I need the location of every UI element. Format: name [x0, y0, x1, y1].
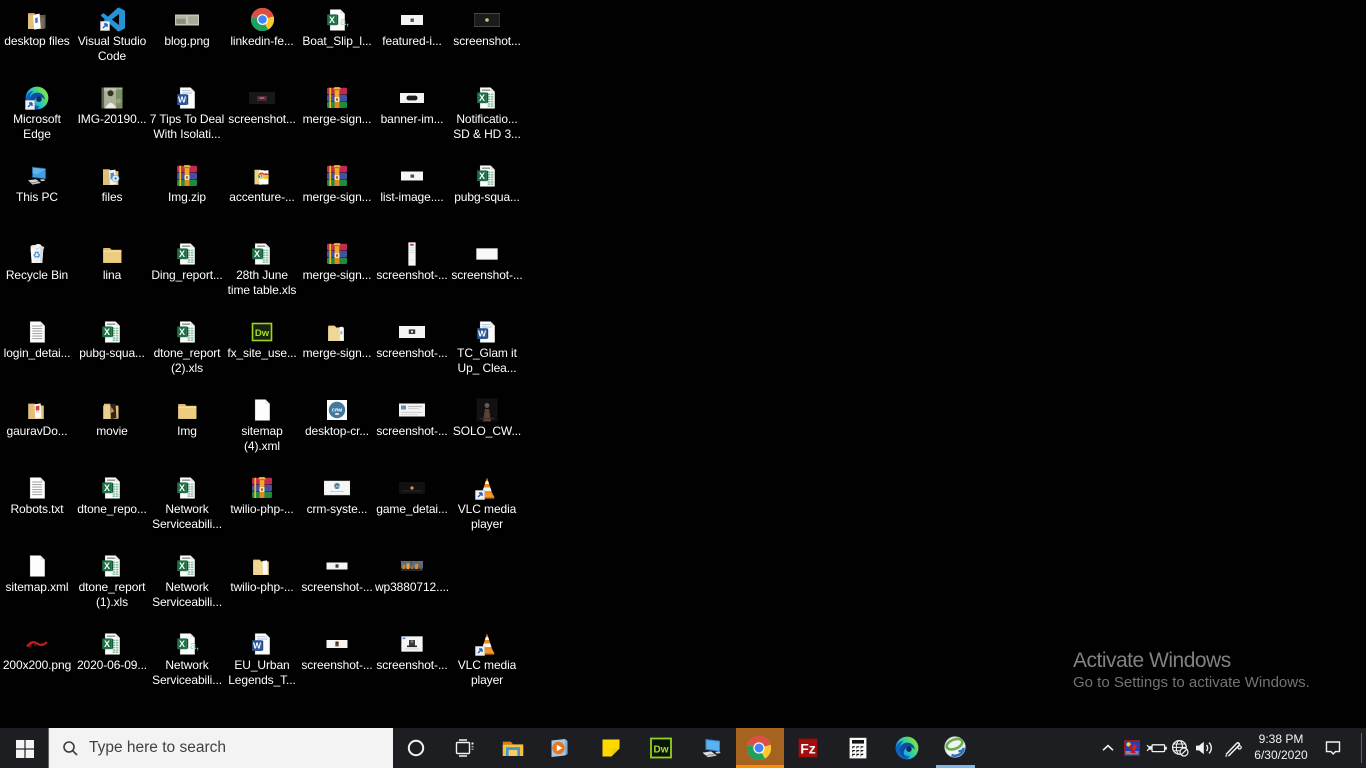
svg-text:X: X: [179, 560, 185, 570]
svg-text:CRM: CRM: [332, 407, 343, 412]
svg-text:X: X: [254, 248, 260, 258]
svg-text:Fz: Fz: [800, 741, 816, 757]
svg-text:W: W: [253, 640, 262, 650]
svg-text:♻: ♻: [33, 249, 41, 259]
svg-text:Dw: Dw: [654, 744, 669, 755]
svg-text:X: X: [329, 14, 335, 24]
svg-text:X: X: [179, 638, 185, 648]
svg-text:W: W: [478, 328, 487, 338]
svg-text:X: X: [104, 482, 110, 492]
svg-text:a,: a,: [190, 640, 199, 652]
svg-text:Dw: Dw: [255, 328, 270, 339]
svg-text:X: X: [104, 326, 110, 336]
svg-text:X: X: [104, 560, 110, 570]
svg-text:a,: a,: [340, 16, 349, 28]
svg-text:CRM: CRM: [334, 484, 341, 488]
svg-text:X: X: [104, 638, 110, 648]
svg-text:X: X: [479, 170, 485, 180]
svg-text:W: W: [178, 94, 187, 104]
svg-text:X: X: [179, 248, 185, 258]
svg-text:X: X: [179, 482, 185, 492]
svg-text:X: X: [479, 92, 485, 102]
svg-text:X: X: [179, 326, 185, 336]
